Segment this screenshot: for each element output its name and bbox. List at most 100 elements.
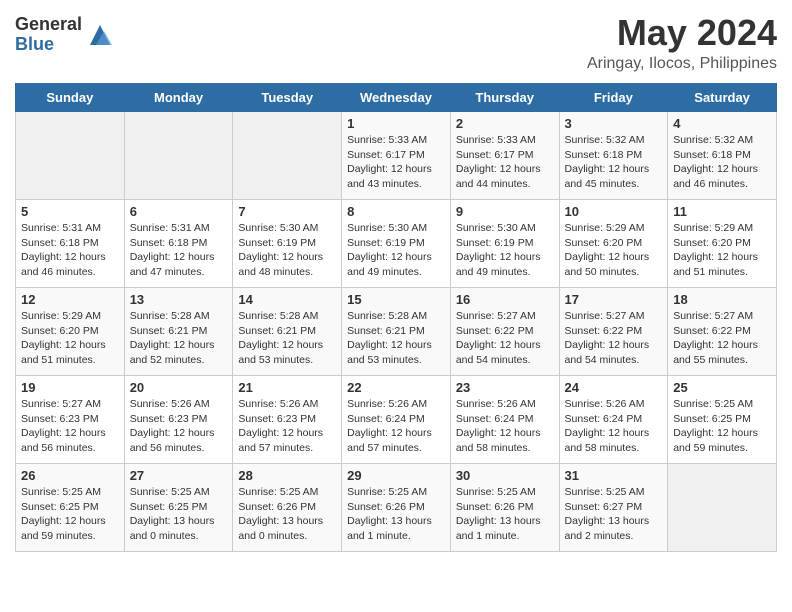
day-info: Sunrise: 5:27 AM Sunset: 6:22 PM Dayligh… <box>456 309 554 368</box>
day-number: 23 <box>456 380 554 395</box>
day-number: 16 <box>456 292 554 307</box>
day-number: 15 <box>347 292 445 307</box>
calendar-cell: 11Sunrise: 5:29 AM Sunset: 6:20 PM Dayli… <box>668 200 777 288</box>
day-info: Sunrise: 5:26 AM Sunset: 6:24 PM Dayligh… <box>456 397 554 456</box>
day-info: Sunrise: 5:25 AM Sunset: 6:26 PM Dayligh… <box>238 485 336 544</box>
calendar-cell: 27 Sunrise: 5:25 AM Sunset: 6:25 PM Dayli… <box>124 464 233 552</box>
day-number: 1 <box>347 116 445 131</box>
day-number: 18 <box>673 292 771 307</box>
day-number: 21 <box>238 380 336 395</box>
calendar-cell: 6Sunrise: 5:31 AM Sunset: 6:18 PM Daylig… <box>124 200 233 288</box>
day-number: 29 <box>347 468 445 483</box>
day-number: 5 <box>21 204 119 219</box>
calendar-cell: 26 Sunrise: 5:25 AM Sunset: 6:25 PM Dayli… <box>16 464 125 552</box>
calendar-cell: 29 Sunrise: 5:25 AM Sunset: 6:26 PM Dayli… <box>342 464 451 552</box>
calendar-cell: 23 Sunrise: 5:26 AM Sunset: 6:24 PM Dayli… <box>450 376 559 464</box>
day-info: Sunrise: 5:33 AM Sunset: 6:17 PM Dayligh… <box>456 133 554 192</box>
day-info: Sunrise: 5:30 AM Sunset: 6:19 PM Dayligh… <box>238 221 336 280</box>
day-info: Sunrise: 5:27 AM Sunset: 6:23 PM Dayligh… <box>21 397 119 456</box>
weekday-header-wednesday: Wednesday <box>342 84 451 112</box>
calendar-cell: 3 Sunrise: 5:32 AM Sunset: 6:18 PM Daylig… <box>559 112 668 200</box>
calendar-cell <box>668 464 777 552</box>
day-info: Sunrise: 5:31 AM Sunset: 6:18 PM Dayligh… <box>130 221 228 280</box>
calendar-week-4: 19 Sunrise: 5:27 AM Sunset: 6:23 PM Dayli… <box>16 376 777 464</box>
day-number: 4 <box>673 116 771 131</box>
weekday-header-row: SundayMondayTuesdayWednesdayThursdayFrid… <box>16 84 777 112</box>
day-info: Sunrise: 5:25 AM Sunset: 6:26 PM Dayligh… <box>456 485 554 544</box>
calendar-cell: 4 Sunrise: 5:32 AM Sunset: 6:18 PM Daylig… <box>668 112 777 200</box>
weekday-header-friday: Friday <box>559 84 668 112</box>
day-info: Sunrise: 5:32 AM Sunset: 6:18 PM Dayligh… <box>673 133 771 192</box>
calendar-cell: 7Sunrise: 5:30 AM Sunset: 6:19 PM Daylig… <box>233 200 342 288</box>
day-number: 28 <box>238 468 336 483</box>
day-info: Sunrise: 5:29 AM Sunset: 6:20 PM Dayligh… <box>565 221 663 280</box>
day-number: 19 <box>21 380 119 395</box>
day-info: Sunrise: 5:29 AM Sunset: 6:20 PM Dayligh… <box>21 309 119 368</box>
day-info: Sunrise: 5:30 AM Sunset: 6:19 PM Dayligh… <box>347 221 445 280</box>
day-number: 27 <box>130 468 228 483</box>
day-number: 30 <box>456 468 554 483</box>
day-number: 3 <box>565 116 663 131</box>
calendar-cell: 12 Sunrise: 5:29 AM Sunset: 6:20 PM Dayli… <box>16 288 125 376</box>
calendar-cell <box>124 112 233 200</box>
calendar-cell: 30 Sunrise: 5:25 AM Sunset: 6:26 PM Dayli… <box>450 464 559 552</box>
calendar-cell: 2 Sunrise: 5:33 AM Sunset: 6:17 PM Daylig… <box>450 112 559 200</box>
calendar-cell: 19 Sunrise: 5:27 AM Sunset: 6:23 PM Dayli… <box>16 376 125 464</box>
calendar-cell: 15 Sunrise: 5:28 AM Sunset: 6:21 PM Dayli… <box>342 288 451 376</box>
calendar-cell: 18Sunrise: 5:27 AM Sunset: 6:22 PM Dayli… <box>668 288 777 376</box>
day-info: Sunrise: 5:26 AM Sunset: 6:23 PM Dayligh… <box>130 397 228 456</box>
calendar-cell: 21 Sunrise: 5:26 AM Sunset: 6:23 PM Dayli… <box>233 376 342 464</box>
day-number: 26 <box>21 468 119 483</box>
calendar-cell: 31Sunrise: 5:25 AM Sunset: 6:27 PM Dayli… <box>559 464 668 552</box>
calendar-week-1: 1 Sunrise: 5:33 AM Sunset: 6:17 PM Daylig… <box>16 112 777 200</box>
day-info: Sunrise: 5:28 AM Sunset: 6:21 PM Dayligh… <box>347 309 445 368</box>
calendar-cell: 22 Sunrise: 5:26 AM Sunset: 6:24 PM Dayli… <box>342 376 451 464</box>
day-number: 12 <box>21 292 119 307</box>
calendar-cell: 20 Sunrise: 5:26 AM Sunset: 6:23 PM Dayli… <box>124 376 233 464</box>
weekday-header-saturday: Saturday <box>668 84 777 112</box>
day-info: Sunrise: 5:25 AM Sunset: 6:26 PM Dayligh… <box>347 485 445 544</box>
calendar-table: SundayMondayTuesdayWednesdayThursdayFrid… <box>15 83 777 552</box>
page-header: General Blue May 2024 Aringay, Ilocos, P… <box>15 15 777 73</box>
day-info: Sunrise: 5:25 AM Sunset: 6:25 PM Dayligh… <box>21 485 119 544</box>
logo-general: General <box>15 15 82 35</box>
calendar-body: 1 Sunrise: 5:33 AM Sunset: 6:17 PM Daylig… <box>16 112 777 552</box>
day-info: Sunrise: 5:28 AM Sunset: 6:21 PM Dayligh… <box>238 309 336 368</box>
calendar-cell: 9Sunrise: 5:30 AM Sunset: 6:19 PM Daylig… <box>450 200 559 288</box>
day-info: Sunrise: 5:26 AM Sunset: 6:24 PM Dayligh… <box>565 397 663 456</box>
day-number: 14 <box>238 292 336 307</box>
calendar-cell <box>233 112 342 200</box>
calendar-cell: 1 Sunrise: 5:33 AM Sunset: 6:17 PM Daylig… <box>342 112 451 200</box>
logo-icon <box>86 21 114 49</box>
day-info: Sunrise: 5:32 AM Sunset: 6:18 PM Dayligh… <box>565 133 663 192</box>
day-number: 11 <box>673 204 771 219</box>
day-info: Sunrise: 5:25 AM Sunset: 6:25 PM Dayligh… <box>130 485 228 544</box>
day-info: Sunrise: 5:26 AM Sunset: 6:23 PM Dayligh… <box>238 397 336 456</box>
day-info: Sunrise: 5:31 AM Sunset: 6:18 PM Dayligh… <box>21 221 119 280</box>
calendar-cell <box>16 112 125 200</box>
calendar-week-2: 5 Sunrise: 5:31 AM Sunset: 6:18 PM Daylig… <box>16 200 777 288</box>
day-number: 22 <box>347 380 445 395</box>
calendar-cell: 28 Sunrise: 5:25 AM Sunset: 6:26 PM Dayli… <box>233 464 342 552</box>
calendar-cell: 13Sunrise: 5:28 AM Sunset: 6:21 PM Dayli… <box>124 288 233 376</box>
logo-blue: Blue <box>15 35 82 55</box>
day-number: 25 <box>673 380 771 395</box>
day-info: Sunrise: 5:33 AM Sunset: 6:17 PM Dayligh… <box>347 133 445 192</box>
weekday-header-monday: Monday <box>124 84 233 112</box>
day-number: 9 <box>456 204 554 219</box>
day-info: Sunrise: 5:25 AM Sunset: 6:27 PM Dayligh… <box>565 485 663 544</box>
weekday-header-thursday: Thursday <box>450 84 559 112</box>
calendar-cell: 24Sunrise: 5:26 AM Sunset: 6:24 PM Dayli… <box>559 376 668 464</box>
day-number: 2 <box>456 116 554 131</box>
calendar-cell: 10Sunrise: 5:29 AM Sunset: 6:20 PM Dayli… <box>559 200 668 288</box>
calendar-cell: 8 Sunrise: 5:30 AM Sunset: 6:19 PM Daylig… <box>342 200 451 288</box>
day-number: 20 <box>130 380 228 395</box>
calendar-week-5: 26 Sunrise: 5:25 AM Sunset: 6:25 PM Dayli… <box>16 464 777 552</box>
day-info: Sunrise: 5:26 AM Sunset: 6:24 PM Dayligh… <box>347 397 445 456</box>
day-info: Sunrise: 5:27 AM Sunset: 6:22 PM Dayligh… <box>565 309 663 368</box>
day-info: Sunrise: 5:28 AM Sunset: 6:21 PM Dayligh… <box>130 309 228 368</box>
day-number: 17 <box>565 292 663 307</box>
location-subtitle: Aringay, Ilocos, Philippines <box>587 55 777 73</box>
calendar-cell: 16 Sunrise: 5:27 AM Sunset: 6:22 PM Dayli… <box>450 288 559 376</box>
day-number: 8 <box>347 204 445 219</box>
